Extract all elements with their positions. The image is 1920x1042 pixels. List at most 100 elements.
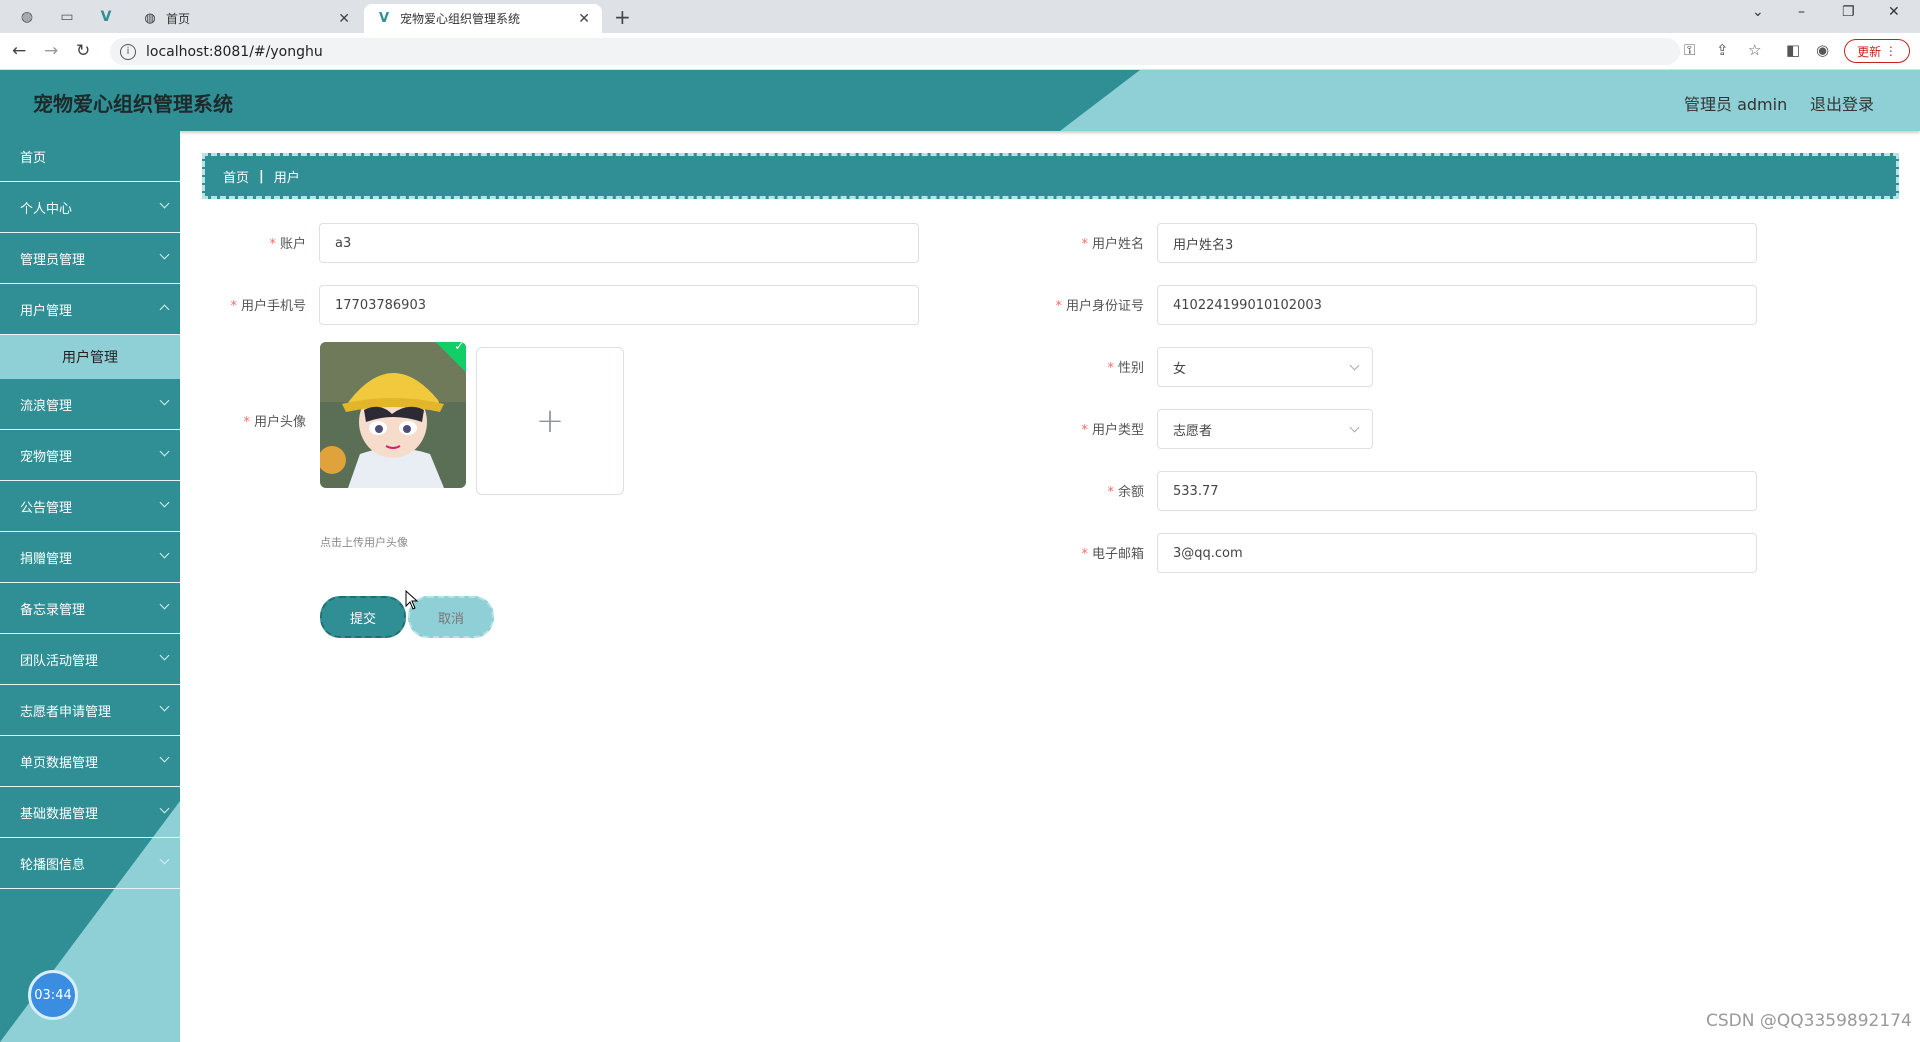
id-number-label: * 用户身份证号 [1055, 299, 1144, 314]
chevron-down-icon [159, 198, 170, 209]
breadcrumb: 首页 | 用户 [202, 153, 1899, 199]
browser-tab-home[interactable]: ◍ 首页 ✕ [130, 4, 362, 33]
chevron-down-icon [159, 548, 170, 559]
sidebar-item-label: 捐赠管理 [20, 551, 73, 567]
sidebar-item-label: 单页数据管理 [20, 755, 99, 771]
avatar-image[interactable] [320, 342, 466, 488]
new-tab-button[interactable]: + [614, 5, 631, 29]
sidebar-item-personal[interactable]: 个人中心 [0, 182, 180, 233]
url-text: localhost:8081/#/yonghu [146, 43, 323, 60]
minimize-icon[interactable]: – [1798, 4, 1805, 20]
account-label: * 账户 [269, 237, 306, 252]
sidebar-item-donations[interactable]: 捐赠管理 [0, 532, 180, 583]
plus-icon: + [535, 401, 565, 441]
globe-icon: ◍ [144, 11, 156, 26]
breadcrumb-home[interactable]: 首页 [223, 167, 249, 186]
sidebar-item-label: 志愿者申请管理 [20, 704, 112, 720]
id-number-input[interactable]: 410224199010102003 [1157, 285, 1757, 325]
balance-label: * 余额 [1107, 485, 1144, 500]
sidebar-item-label: 首页 [20, 150, 47, 166]
name-value: 用户姓名3 [1173, 237, 1234, 253]
sidebar-item-team-activities[interactable]: 团队活动管理 [0, 634, 180, 685]
chevron-down-icon [159, 752, 170, 763]
browser-tabbar: ◍ ▭ V ◍ 首页 ✕ V 宠物爱心组织管理系统 ✕ + ⌄ – ❐ ✕ [0, 0, 1920, 33]
sidebar-item-memos[interactable]: 备忘录管理 [0, 583, 180, 634]
blank-tab-icon[interactable]: ▭ [54, 6, 80, 28]
sidebar-item-label: 基础数据管理 [20, 806, 99, 822]
restore-icon[interactable]: ❐ [1842, 4, 1855, 20]
gender-value: 女 [1173, 361, 1187, 377]
update-label: 更新 [1857, 44, 1882, 59]
reload-icon[interactable]: ↻ [76, 41, 90, 61]
email-input[interactable]: 3@qq.com [1157, 533, 1757, 573]
email-value: 3@qq.com [1173, 545, 1243, 561]
user-type-select[interactable]: 志愿者 [1157, 409, 1373, 449]
avatar-illustration [320, 342, 466, 488]
name-input[interactable]: 用户姓名3 [1157, 223, 1757, 263]
logout-link[interactable]: 退出登录 [1810, 91, 1874, 115]
tab-title: 首页 [166, 12, 191, 26]
url-field[interactable]: i localhost:8081/#/yonghu [110, 38, 1680, 65]
close-icon[interactable]: ✕ [578, 11, 590, 27]
key-icon[interactable]: ⚿ [1684, 41, 1695, 59]
breadcrumb-current: 用户 [273, 170, 300, 186]
sidebar-item-base-data[interactable]: 基础数据管理 [0, 787, 180, 838]
sidebar-item-users[interactable]: 用户管理 [0, 284, 180, 335]
sidebar-item-label: 管理员管理 [20, 252, 86, 268]
sidebar-item-admin[interactable]: 管理员管理 [0, 233, 180, 284]
share-icon[interactable]: ⇪ [1716, 41, 1729, 59]
id-number-value: 410224199010102003 [1173, 297, 1322, 313]
globe-icon[interactable]: ◍ [14, 6, 40, 28]
sidebar-item-stray[interactable]: 流浪管理 [0, 379, 180, 430]
submenu-item-user-management[interactable]: 用户管理 [0, 335, 180, 379]
timer-badge[interactable]: 03:44 [28, 970, 78, 1020]
header-decoration [1060, 70, 1920, 131]
update-button[interactable]: 更新 ⋮ [1844, 39, 1910, 63]
app-title: 宠物爱心组织管理系统 [33, 92, 233, 116]
chevron-down-icon [159, 599, 170, 610]
phone-input[interactable]: 17703786903 [319, 285, 919, 325]
sidebar-item-label: 流浪管理 [20, 398, 73, 414]
sidebar-item-notices[interactable]: 公告管理 [0, 481, 180, 532]
sidepanel-icon[interactable]: ◧ [1786, 41, 1800, 59]
tab-title: 宠物爱心组织管理系统 [400, 12, 521, 26]
back-icon[interactable]: ← [12, 41, 26, 61]
browser-tab-app[interactable]: V 宠物爱心组织管理系统 ✕ [364, 4, 602, 33]
star-icon[interactable]: ☆ [1748, 41, 1761, 59]
balance-input[interactable]: 533.77 [1157, 471, 1757, 511]
sidebar-item-label: 轮播图信息 [20, 857, 86, 873]
chevron-down-icon [1349, 422, 1360, 433]
email-label: * 电子邮箱 [1081, 547, 1144, 562]
sidebar-item-pets[interactable]: 宠物管理 [0, 430, 180, 481]
chevron-down-icon [159, 701, 170, 712]
chevron-up-icon [159, 304, 170, 315]
app-header: 宠物爱心组织管理系统 管理员 admin 退出登录 [0, 70, 1920, 131]
phone-value: 17703786903 [335, 297, 426, 313]
forward-icon[interactable]: → [44, 41, 58, 61]
sidebar: 首页 个人中心 管理员管理 用户管理 用户管理 流浪管理 宠物管理 公告管理 捐… [0, 131, 180, 1042]
account-input[interactable]: a3 [319, 223, 919, 263]
avatar-label: * 用户头像 [243, 415, 306, 430]
mouse-cursor-icon [405, 590, 419, 610]
tab-search-icon[interactable]: ⌄ [1752, 4, 1764, 20]
profile-icon[interactable]: ◉ [1816, 41, 1829, 59]
chevron-down-icon [159, 446, 170, 457]
account-value: a3 [335, 235, 352, 251]
sidebar-item-home[interactable]: 首页 [0, 131, 180, 182]
cancel-button[interactable]: 取消 [408, 596, 494, 638]
info-icon[interactable]: i [120, 43, 136, 60]
chevron-down-icon [1349, 360, 1360, 371]
address-bar: ← → ↻ i localhost:8081/#/yonghu ⚿ ⇪ ☆ ◧ … [0, 33, 1920, 70]
close-window-icon[interactable]: ✕ [1888, 4, 1900, 20]
vue-icon[interactable]: V [93, 6, 119, 28]
sidebar-item-volunteer-apps[interactable]: 志愿者申请管理 [0, 685, 180, 736]
upload-add-button[interactable]: + [476, 347, 624, 495]
gender-select[interactable]: 女 [1157, 347, 1373, 387]
sidebar-item-single-page[interactable]: 单页数据管理 [0, 736, 180, 787]
close-icon[interactable]: ✕ [338, 11, 350, 27]
breadcrumb-separator: | [259, 168, 264, 184]
user-label: 管理员 admin [1684, 95, 1788, 114]
sidebar-item-carousel[interactable]: 轮播图信息 [0, 838, 180, 889]
name-label: * 用户姓名 [1081, 237, 1144, 252]
submit-button[interactable]: 提交 [320, 596, 406, 638]
